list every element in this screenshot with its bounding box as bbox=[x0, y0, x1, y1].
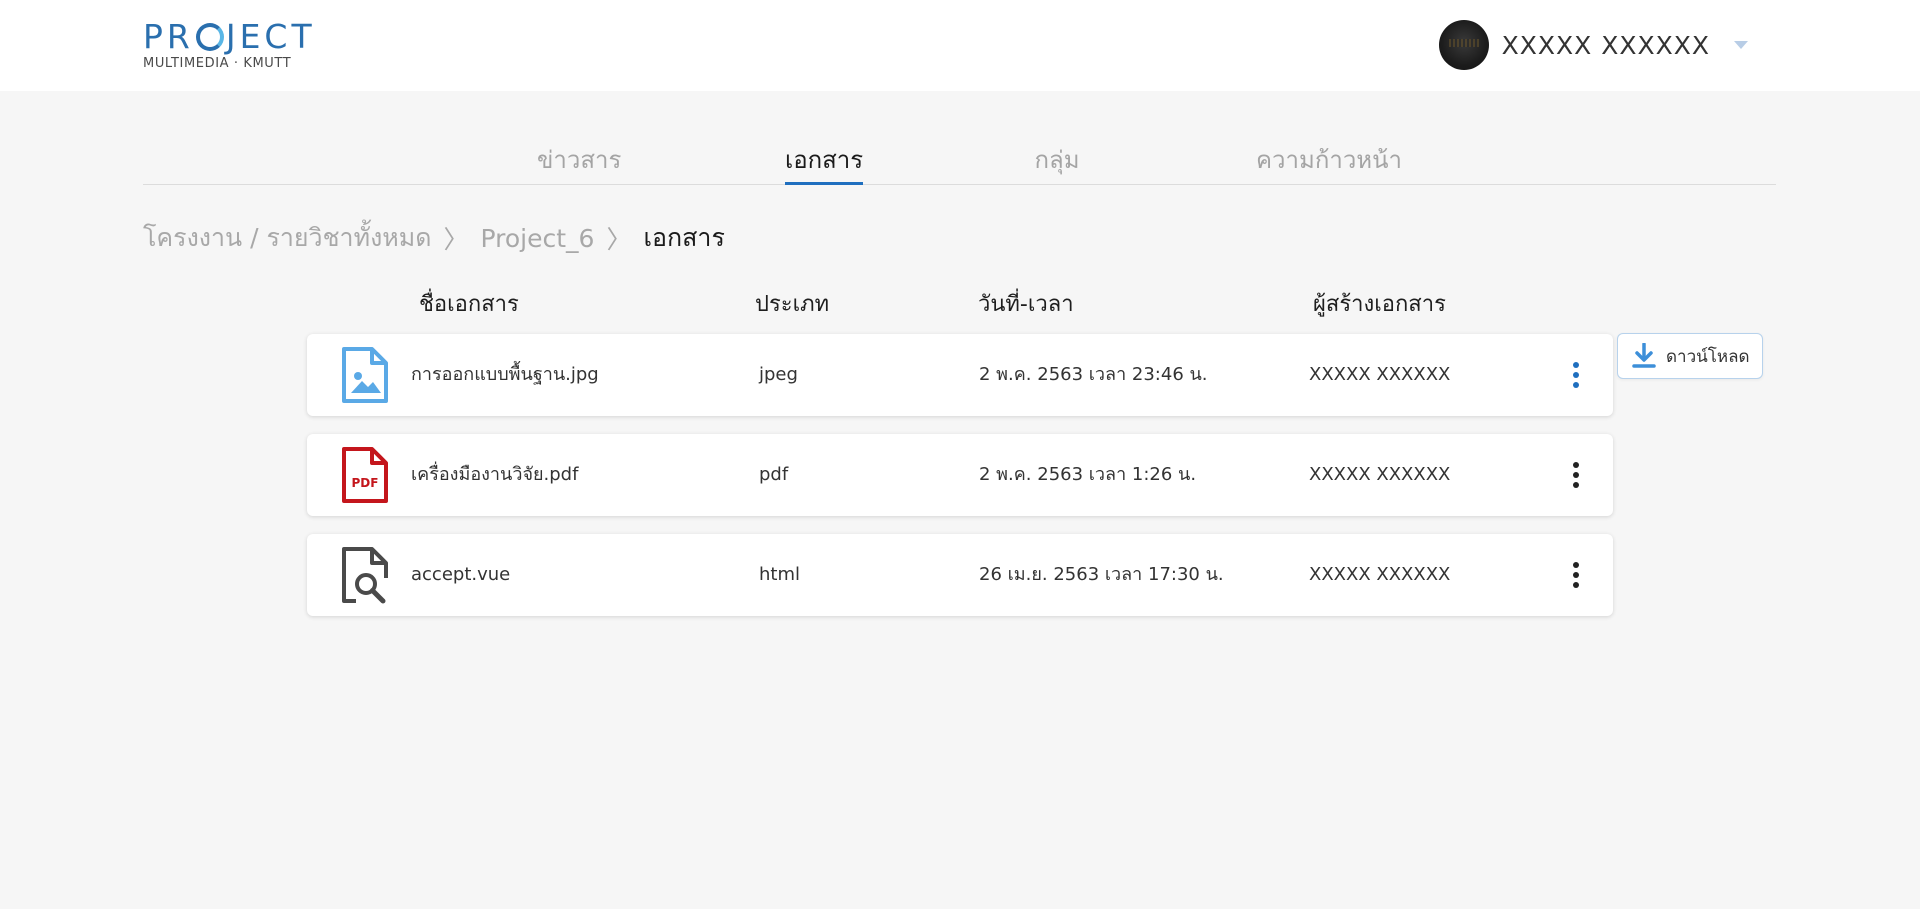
document-owner: XXXXX XXXXXX bbox=[1309, 364, 1451, 385]
document-owner: XXXXX XXXXXX bbox=[1309, 464, 1451, 485]
document-type: pdf bbox=[759, 464, 789, 485]
pdf-icon-label: PDF bbox=[352, 476, 379, 490]
document-name[interactable]: การออกแบบพื้นฐาน.jpg bbox=[411, 334, 599, 416]
document-date: 2 พ.ค. 2563 เวลา 1:26 น. bbox=[979, 464, 1197, 485]
tab-progress[interactable]: ความก้าวหน้า bbox=[1244, 139, 1414, 185]
breadcrumb: โครงงาน / รายวิชาทั้งหมด 〉 Project_6 〉 เ… bbox=[143, 220, 725, 256]
user-menu[interactable]: XXXXX XXXXXX bbox=[1438, 20, 1748, 70]
column-header-owner: ผู้สร้างเอกสาร bbox=[1313, 292, 1446, 317]
download-label: ดาวน์โหลด bbox=[1666, 346, 1750, 367]
avatar[interactable] bbox=[1438, 20, 1489, 70]
image-file-icon bbox=[342, 347, 388, 403]
document-name[interactable]: accept.vue bbox=[411, 534, 510, 616]
user-name[interactable]: XXXXX XXXXXX bbox=[1502, 31, 1710, 60]
logo-title: PR JECT bbox=[143, 17, 316, 56]
pdf-file-icon: PDF bbox=[342, 447, 388, 503]
document-type: jpeg bbox=[759, 364, 798, 385]
document-type: html bbox=[759, 564, 801, 585]
logo-subtitle: MULTIMEDIA · KMUTT bbox=[143, 56, 292, 71]
table-row[interactable]: PDF เครื่องมืองานวิจัย.pdf pdf 2 พ.ค. 25… bbox=[307, 434, 1613, 516]
download-icon bbox=[1632, 343, 1656, 368]
file-search-icon bbox=[342, 547, 388, 604]
breadcrumb-project[interactable]: Project_6 bbox=[481, 224, 595, 253]
document-owner: XXXXX XXXXXX bbox=[1309, 564, 1451, 585]
logo-ring-icon bbox=[195, 23, 224, 51]
document-date: 2 พ.ค. 2563 เวลา 23:46 น. bbox=[979, 364, 1208, 385]
column-header-type: ประเภท bbox=[755, 292, 830, 317]
breadcrumb-all-courses[interactable]: โครงงาน / รายวิชาทั้งหมด bbox=[143, 218, 431, 258]
download-button[interactable]: ดาวน์โหลด bbox=[1617, 333, 1763, 379]
document-name[interactable]: เครื่องมืองานวิจัย.pdf bbox=[411, 434, 578, 516]
tab-documents[interactable]: เอกสาร bbox=[785, 139, 863, 185]
top-bar: PR JECT MULTIMEDIA · KMUTT XXXXX XXXXXX bbox=[0, 0, 1920, 91]
breadcrumb-separator: 〉 bbox=[443, 225, 469, 254]
tab-groups[interactable]: กลุ่ม bbox=[1029, 139, 1085, 185]
table-row[interactable]: accept.vue html 26 เม.ย. 2563 เวลา 17:30… bbox=[307, 534, 1613, 616]
table-row[interactable]: การออกแบบพื้นฐาน.jpg jpeg 2 พ.ค. 2563 เว… bbox=[307, 334, 1613, 416]
more-options-icon[interactable] bbox=[1569, 560, 1583, 590]
project-logo[interactable]: PR JECT MULTIMEDIA · KMUTT bbox=[143, 18, 323, 74]
column-header-date: วันที่-เวลา bbox=[978, 292, 1074, 317]
tab-news[interactable]: ข่าวสาร bbox=[537, 139, 621, 185]
column-header-name: ชื่อเอกสาร bbox=[419, 292, 519, 317]
chevron-down-icon[interactable] bbox=[1734, 41, 1748, 49]
document-date: 26 เม.ย. 2563 เวลา 17:30 น. bbox=[979, 564, 1224, 585]
more-options-icon[interactable] bbox=[1569, 460, 1583, 490]
breadcrumb-current: เอกสาร bbox=[643, 223, 725, 252]
section-tabs: ข่าวสาร เอกสาร กลุ่ม ความก้าวหน้า bbox=[143, 139, 1776, 185]
breadcrumb-separator: 〉 bbox=[606, 225, 632, 254]
more-options-icon[interactable] bbox=[1569, 360, 1583, 390]
